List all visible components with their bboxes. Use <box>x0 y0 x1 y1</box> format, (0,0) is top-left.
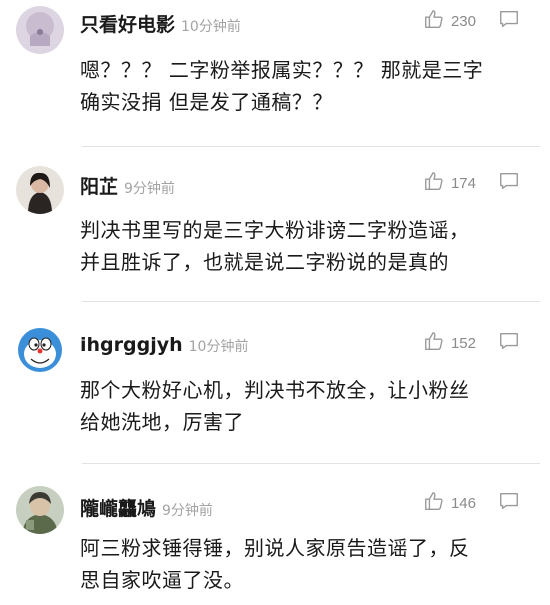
comment-meta: 只看好电影 10分钟前 <box>80 10 241 40</box>
comment-line: 并且胜诉了，也就是说二字粉说的是真的 <box>80 250 449 274</box>
comment-line: 嗯？？？ 二字粉举报属实？？？ 那就是三字 <box>80 58 484 82</box>
comment-bubble-icon <box>498 490 520 516</box>
avatar-image <box>16 326 64 374</box>
like-count: 146 <box>450 494 476 512</box>
comment-line: 判决书里写的是三字大粉诽谤二字粉造谣， <box>80 218 470 242</box>
timestamp: 10分钟前 <box>181 19 241 35</box>
reply-button[interactable] <box>498 490 520 516</box>
username[interactable]: 阳芷 <box>80 172 118 199</box>
reply-button[interactable] <box>498 8 520 34</box>
comment-meta: 隴巄龘鳩 9分钟前 <box>80 494 213 524</box>
comment-text: 判决书里写的是三字大粉诽谤二字粉造谣， 并且胜诉了，也就是说二字粉说的是真的 <box>80 214 530 278</box>
comment-list: 只看好电影 10分钟前 230 嗯？？？ 二字粉举报属实？？？ 那就是三字 确实… <box>0 0 550 605</box>
comment-text: 嗯？？？ 二字粉举报属实？？？ 那就是三字 确实没捐 但是发了通稿？？ <box>80 54 530 118</box>
thumbs-up-icon <box>423 330 445 356</box>
reply-button[interactable] <box>498 330 520 356</box>
comment-line: 思自家吹逼了没。 <box>80 568 244 592</box>
comment-actions: 152 <box>423 328 520 358</box>
like-button[interactable]: 230 <box>423 8 476 34</box>
comment-line: 给她洗地，厉害了 <box>80 410 244 434</box>
comment-actions: 174 <box>423 168 520 198</box>
avatar[interactable] <box>16 166 64 214</box>
username[interactable]: 隴巄龘鳩 <box>80 494 156 521</box>
timestamp: 9分钟前 <box>124 181 175 197</box>
thumbs-up-icon <box>423 490 445 516</box>
avatar-image <box>16 6 64 54</box>
comment-bubble-icon <box>498 330 520 356</box>
thumbs-up-icon <box>423 170 445 196</box>
comment-line: 阿三粉求锤得锤，别说人家原告造谣了，反 <box>80 536 470 560</box>
avatar-image <box>16 486 64 534</box>
comment-text: 阿三粉求锤得锤，别说人家原告造谣了，反 思自家吹逼了没。 <box>80 532 530 596</box>
reply-button[interactable] <box>498 170 520 196</box>
comment-line: 那个大粉好心机，判决书不放全，让小粉丝 <box>80 378 470 402</box>
comment-item: 隴巄龘鳩 9分钟前 146 阿三粉求锤得锤，别说人家原告造谣了，反 思自家吹逼了… <box>0 464 550 605</box>
comment-text: 那个大粉好心机，判决书不放全，让小粉丝 给她洗地，厉害了 <box>80 374 530 438</box>
like-button[interactable]: 152 <box>423 330 476 356</box>
comment-actions: 146 <box>423 488 520 518</box>
comment-bubble-icon <box>498 170 520 196</box>
comment-item: 只看好电影 10分钟前 230 嗯？？？ 二字粉举报属实？？？ 那就是三字 确实… <box>0 0 550 150</box>
avatar[interactable] <box>16 6 64 54</box>
avatar[interactable] <box>16 326 64 374</box>
avatar[interactable] <box>16 486 64 534</box>
like-count: 174 <box>450 174 476 192</box>
like-count: 152 <box>450 334 476 352</box>
comment-line: 确实没捐 但是发了通稿？？ <box>80 90 333 114</box>
timestamp: 10分钟前 <box>188 339 249 355</box>
username[interactable]: ihgrggjyh <box>80 334 183 356</box>
comment-meta: ihgrggjyh 10分钟前 <box>80 334 248 364</box>
timestamp: 9分钟前 <box>162 503 213 519</box>
username[interactable]: 只看好电影 <box>80 10 175 37</box>
avatar-image <box>16 166 64 214</box>
comment-bubble-icon <box>498 8 520 34</box>
comment-item: 阳芷 9分钟前 174 判决书里写的是三字大粉诽谤二字粉造谣， 并且胜诉了，也就… <box>0 150 550 300</box>
like-button[interactable]: 146 <box>423 490 476 516</box>
comment-meta: 阳芷 9分钟前 <box>80 172 175 202</box>
divider <box>82 146 540 147</box>
like-button[interactable]: 174 <box>423 170 476 196</box>
like-count: 230 <box>450 12 476 30</box>
comment-item: ihgrggjyh 10分钟前 152 那个大粉好心机，判决书不放全，让小粉丝 … <box>0 302 550 462</box>
thumbs-up-icon <box>423 8 445 34</box>
comment-actions: 230 <box>423 6 520 36</box>
